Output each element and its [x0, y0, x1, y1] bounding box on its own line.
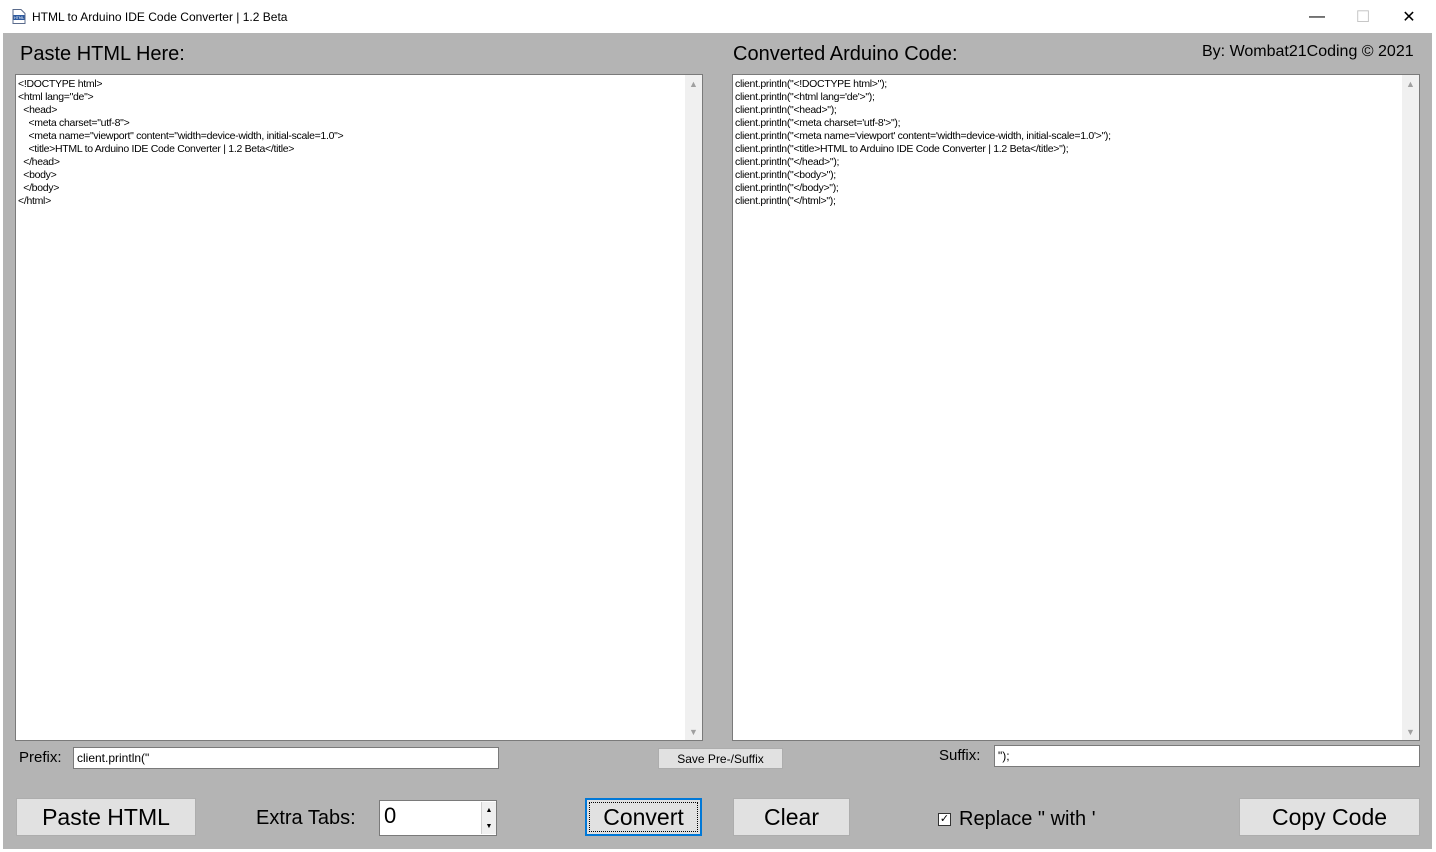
code-line: client.println("</head>");: [735, 156, 840, 168]
html-input-textarea[interactable]: <!DOCTYPE html> <html lang="de"> <head> <…: [15, 74, 703, 741]
scroll-up-icon[interactable]: ▲: [1402, 75, 1419, 92]
converted-code-label: Converted Arduino Code:: [733, 43, 958, 65]
main-panel: Paste HTML Here: Converted Arduino Code:…: [3, 33, 1432, 849]
code-line: client.println("</html>");: [735, 195, 836, 207]
html-input-text: <!DOCTYPE html> <html lang="de"> <head> <…: [18, 78, 344, 208]
minimize-button[interactable]: —: [1294, 0, 1340, 33]
code-line: client.println("<body>");: [735, 169, 836, 181]
svg-text:HTML: HTML: [14, 16, 24, 20]
paste-html-button[interactable]: Paste HTML: [16, 798, 196, 836]
checkbox-check-icon[interactable]: ✓: [938, 813, 951, 826]
window-title: HTML to Arduino IDE Code Converter | 1.2…: [32, 10, 288, 24]
copy-code-button[interactable]: Copy Code: [1239, 798, 1420, 836]
code-line: client.println("<head>");: [735, 104, 837, 116]
code-line: client.println("</body>");: [735, 182, 839, 194]
converted-code-scrollbar[interactable]: ▲ ▼: [1402, 75, 1419, 740]
prefix-label: Prefix:: [19, 749, 62, 766]
code-line: client.println("<meta charset='utf-8'>")…: [735, 117, 901, 129]
code-line: <body>: [18, 169, 57, 181]
code-line: <!DOCTYPE html>: [18, 78, 103, 90]
scroll-down-icon[interactable]: ▼: [1402, 723, 1419, 740]
replace-quotes-label: Replace " with ': [959, 808, 1096, 830]
code-line: </body>: [18, 182, 60, 194]
code-line: client.println("<title>HTML to Arduino I…: [735, 143, 1069, 155]
suffix-label: Suffix:: [939, 747, 981, 764]
suffix-input[interactable]: ");: [994, 745, 1420, 767]
title-bar: HTML HTML to Arduino IDE Code Converter …: [0, 0, 1436, 33]
paste-html-label: Paste HTML Here:: [20, 43, 185, 65]
converted-code-text: client.println("<!DOCTYPE html>"); client…: [735, 78, 1111, 208]
code-line: <head>: [18, 104, 58, 116]
code-line: <meta name="viewport" content="width=dev…: [18, 130, 344, 142]
focus-rectangle: [589, 802, 698, 832]
scroll-down-icon[interactable]: ▼: [685, 723, 702, 740]
prefix-input[interactable]: client.println(": [73, 747, 499, 769]
code-line: client.println("<html lang='de'>");: [735, 91, 875, 103]
html-input-scrollbar[interactable]: ▲ ▼: [685, 75, 702, 740]
code-line: client.println("<meta name='viewport' co…: [735, 130, 1111, 142]
code-line: <title>HTML to Arduino IDE Code Converte…: [18, 143, 295, 155]
code-line: </html>: [18, 195, 51, 207]
save-presuffix-button[interactable]: Save Pre-/Suffix: [658, 748, 783, 769]
byline-label: By: Wombat21Coding © 2021: [1202, 43, 1414, 60]
maximize-button[interactable]: ☐: [1340, 0, 1386, 33]
code-line: <html lang="de">: [18, 91, 94, 103]
extra-tabs-label: Extra Tabs:: [256, 807, 356, 829]
replace-quotes-checkbox[interactable]: ✓ Replace " with ': [938, 808, 1096, 831]
close-button[interactable]: ✕: [1386, 0, 1432, 33]
extra-tabs-value: 0: [384, 803, 397, 828]
code-line: client.println("<!DOCTYPE html>");: [735, 78, 887, 90]
scroll-up-icon[interactable]: ▲: [685, 75, 702, 92]
extra-tabs-stepper[interactable]: 0 ▲ ▼: [379, 800, 497, 836]
html-file-icon: HTML: [12, 9, 26, 24]
code-line: <meta charset="utf-8">: [18, 117, 130, 129]
spin-down-icon[interactable]: ▼: [481, 818, 496, 834]
clear-button[interactable]: Clear: [733, 798, 850, 836]
spin-up-icon[interactable]: ▲: [481, 802, 496, 818]
code-line: </head>: [18, 156, 60, 168]
converted-code-textarea[interactable]: client.println("<!DOCTYPE html>"); client…: [732, 74, 1420, 741]
convert-button[interactable]: Convert: [585, 798, 702, 836]
